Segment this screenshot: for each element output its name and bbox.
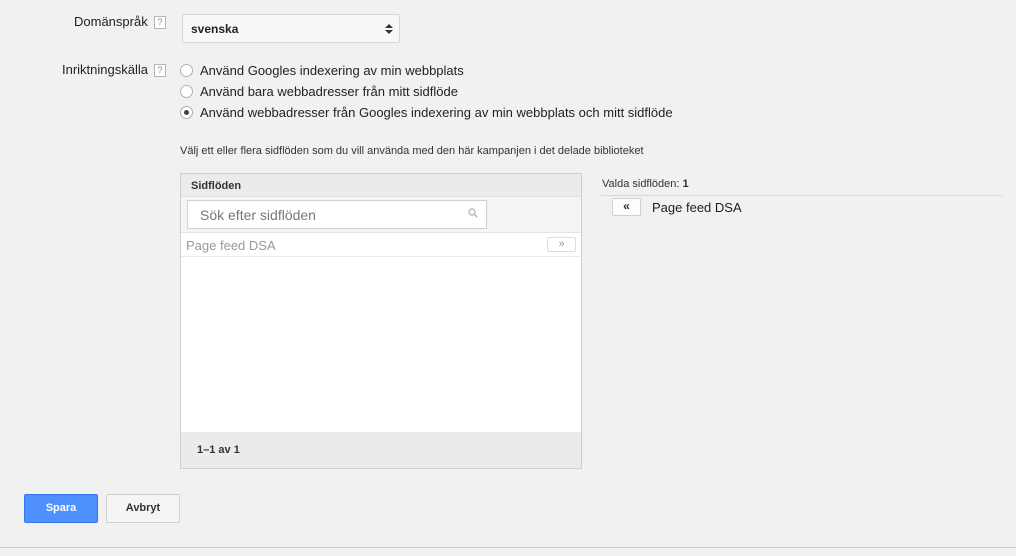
targeting-option-both[interactable]: Använd webbadresser från Googles indexer… xyxy=(180,102,673,122)
domain-language-help-icon[interactable]: ? xyxy=(154,16,166,29)
search-icon[interactable] xyxy=(468,208,478,218)
targeting-source-label: Inriktningskälla xyxy=(62,62,148,77)
feeds-pagination: 1–1 av 1 xyxy=(181,432,581,468)
selected-feeds-divider xyxy=(600,195,1003,196)
feeds-panel: Sidflöden Page feed DSA » 1–1 av 1 xyxy=(180,173,582,469)
add-feed-button[interactable]: » xyxy=(547,237,576,252)
select-arrows-icon xyxy=(385,24,393,34)
targeting-option-label: Använd webbadresser från Googles indexer… xyxy=(200,104,673,120)
feeds-search-area xyxy=(181,197,581,233)
save-button[interactable]: Spara xyxy=(24,494,98,523)
targeting-option-google-index[interactable]: Använd Googles indexering av min webbpla… xyxy=(180,60,673,80)
domain-language-label: Domänspråk xyxy=(74,14,148,29)
domain-language-select[interactable]: svenska xyxy=(182,14,400,43)
feed-name: Page feed DSA xyxy=(186,238,276,253)
selected-feeds-title: Valda sidflöden: 1 xyxy=(602,178,689,190)
targeting-option-page-feed-only[interactable]: Använd bara webbadresser från mitt sidfl… xyxy=(180,81,673,101)
feeds-search-input[interactable] xyxy=(187,200,487,229)
page-divider xyxy=(0,547,1016,548)
targeting-source-help-icon[interactable]: ? xyxy=(154,64,166,77)
selected-feed-name: Page feed DSA xyxy=(652,200,742,215)
targeting-option-label: Använd Googles indexering av min webbpla… xyxy=(200,62,464,78)
feeds-panel-header: Sidflöden xyxy=(181,174,581,197)
cancel-button[interactable]: Avbryt xyxy=(106,494,180,523)
remove-feed-button[interactable]: « xyxy=(612,198,641,216)
radio-both[interactable] xyxy=(180,105,193,119)
domain-language-value: svenska xyxy=(191,22,239,36)
selected-feeds-count: 1 xyxy=(682,178,689,190)
feed-list-item: Page feed DSA » xyxy=(181,233,581,257)
feed-instruction-text: Välj ett eller flera sidflöden som du vi… xyxy=(180,145,644,157)
selected-feeds-title-prefix: Valda sidflöden: xyxy=(602,178,683,190)
radio-google-index[interactable] xyxy=(180,63,193,77)
radio-page-feed-only[interactable] xyxy=(180,84,193,98)
targeting-option-label: Använd bara webbadresser från mitt sidfl… xyxy=(200,83,458,99)
targeting-source-options: Använd Googles indexering av min webbpla… xyxy=(180,60,673,122)
